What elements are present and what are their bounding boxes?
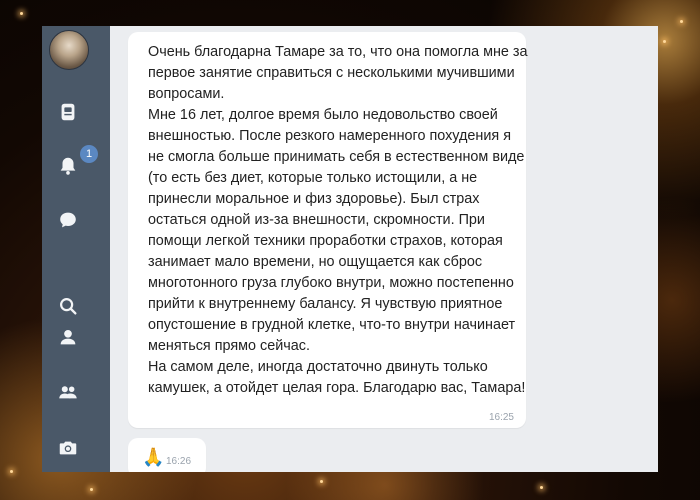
messenger-screen: 1 Очень благодарна Тамаре за то, что она…: [42, 26, 658, 472]
message-time: 16:25: [488, 412, 514, 423]
notification-badge: 1: [80, 145, 98, 163]
message-time: 16:26: [166, 456, 192, 467]
sparkle: [663, 40, 666, 43]
chat-bubble-icon[interactable]: [54, 206, 82, 234]
group-icon[interactable]: [54, 378, 82, 406]
sparkle: [10, 470, 13, 473]
folded-hands-emoji: 🙏: [142, 447, 165, 467]
person-icon[interactable]: [54, 323, 82, 351]
bell-icon[interactable]: [54, 152, 82, 180]
sparkle: [20, 12, 23, 15]
document-icon[interactable]: [54, 98, 82, 126]
sidebar: 1: [42, 26, 110, 472]
message-bubble[interactable]: Очень благодарна Тамаре за то, что она п…: [128, 32, 528, 428]
sparkle: [680, 20, 683, 23]
search-icon[interactable]: [54, 292, 82, 320]
sparkle: [320, 480, 323, 483]
camera-icon[interactable]: [54, 434, 82, 462]
avatar[interactable]: [49, 30, 89, 70]
message-text: Очень благодарна Тамаре за то, что она п…: [148, 44, 528, 396]
sparkle: [540, 486, 543, 489]
chat-area: Очень благодарна Тамаре за то, что она п…: [110, 26, 658, 472]
message-bubble[interactable]: 🙏 16:26: [128, 438, 206, 472]
sparkle: [90, 488, 93, 491]
